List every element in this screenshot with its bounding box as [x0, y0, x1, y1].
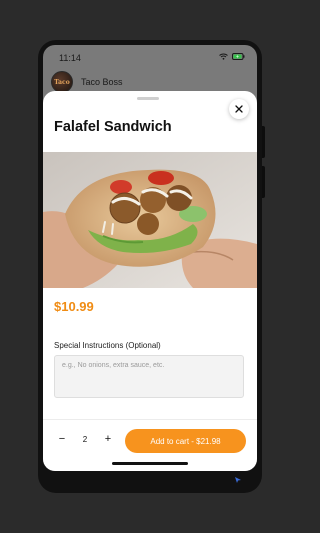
quantity-stepper: − 2 + — [54, 431, 116, 447]
quantity-value: 2 — [82, 434, 88, 444]
restaurant-name: Taco Boss — [81, 77, 123, 87]
battery-charging-icon — [232, 53, 245, 60]
home-indicator — [112, 462, 188, 465]
falafel-sandwich-image — [43, 152, 257, 288]
status-time: 11:14 — [59, 53, 81, 63]
restaurant-header: Taco Taco Boss — [51, 71, 123, 93]
phone-frame: 11:14 Taco Taco Boss Falafel Sandwich $1… — [38, 40, 265, 493]
restaurant-avatar: Taco — [51, 71, 73, 93]
increment-button[interactable]: + — [100, 431, 116, 447]
special-instructions-input[interactable] — [54, 355, 244, 398]
add-to-cart-label: Add to cart - $21.98 — [150, 436, 221, 446]
close-button[interactable] — [229, 99, 249, 119]
item-price: $10.99 — [54, 299, 94, 314]
phone-screen: 11:14 Taco Taco Boss Falafel Sandwich $1… — [43, 45, 257, 471]
sheet-grabber[interactable] — [137, 97, 159, 100]
add-to-cart-button[interactable]: Add to cart - $21.98 — [125, 429, 246, 453]
power-button — [262, 166, 265, 198]
footer-divider — [43, 419, 257, 420]
wifi-icon — [219, 53, 228, 60]
status-icons — [219, 53, 245, 60]
decrement-button[interactable]: − — [54, 431, 70, 447]
item-title: Falafel Sandwich — [54, 119, 172, 135]
close-icon — [235, 105, 243, 113]
page-background: 11:14 Taco Taco Boss Falafel Sandwich $1… — [0, 0, 300, 533]
cursor-icon — [235, 477, 241, 483]
item-detail-sheet: Falafel Sandwich $10.99 Special Instruct… — [43, 91, 257, 471]
volume-button — [262, 126, 265, 158]
avatar-logo-text: Taco — [54, 78, 70, 86]
status-bar: 11:14 — [43, 45, 257, 65]
item-photo — [43, 152, 257, 288]
special-instructions-label: Special Instructions (Optional) — [54, 341, 161, 350]
